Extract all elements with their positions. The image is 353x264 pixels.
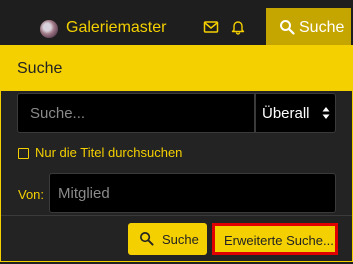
user-avatar[interactable] <box>40 20 58 38</box>
panel-title: Suche <box>17 60 63 77</box>
member-input[interactable] <box>49 173 336 213</box>
top-navigation: Galeriemaster Suche <box>0 0 353 45</box>
from-label: Von: <box>18 187 45 202</box>
search-dropdown-panel: Suche Überall Nur die Titel durchsuchen … <box>0 45 353 262</box>
mail-icon[interactable] <box>203 19 219 35</box>
advanced-search-label: Erweiterte Suche... <box>224 233 334 248</box>
username-link[interactable]: Galeriemaster <box>66 19 166 37</box>
titles-only-checkbox[interactable] <box>18 148 29 159</box>
advanced-search-button[interactable]: Erweiterte Suche... <box>212 223 338 255</box>
scope-select-value: Überall <box>262 105 310 122</box>
titles-only-label[interactable]: Nur die Titel durchsuchen <box>35 145 182 160</box>
search-icon <box>139 231 154 246</box>
bell-icon[interactable] <box>230 19 246 35</box>
scope-select[interactable]: Überall <box>255 93 336 133</box>
search-tab-label: Suche <box>299 19 345 36</box>
search-button-label: Suche <box>162 232 199 247</box>
panel-header: Suche <box>1 45 352 91</box>
search-tab[interactable]: Suche <box>266 8 351 45</box>
select-arrows-icon <box>322 106 330 120</box>
search-icon <box>279 19 295 35</box>
search-input[interactable] <box>17 93 255 133</box>
search-button[interactable]: Suche <box>128 223 207 255</box>
footer-divider <box>1 215 352 216</box>
